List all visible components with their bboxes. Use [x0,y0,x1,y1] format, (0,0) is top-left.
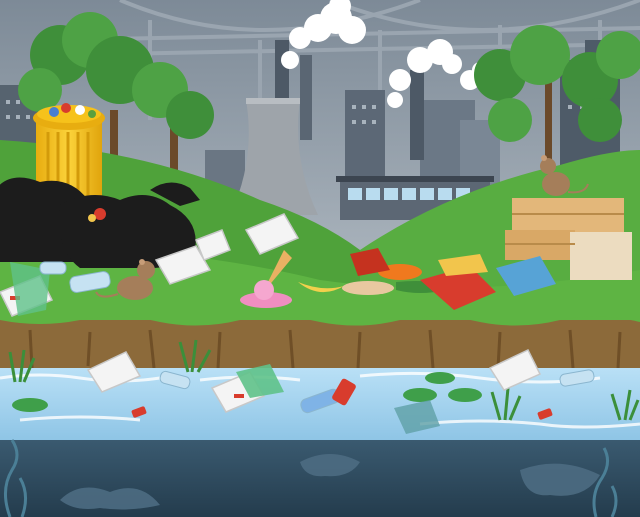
soil-bank [0,314,640,372]
scene-svg [0,0,640,517]
polluted-river-illustration [0,0,640,517]
